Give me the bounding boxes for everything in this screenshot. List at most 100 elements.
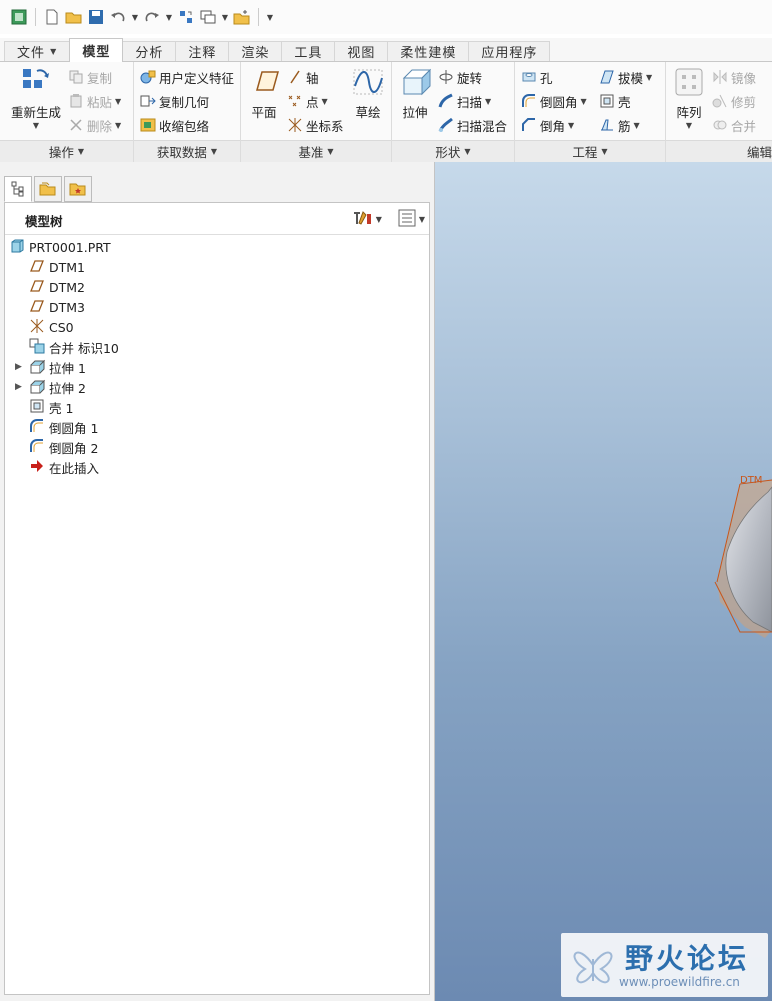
copy-geometry-button[interactable]: 复制几何	[140, 90, 209, 112]
open-folder-icon[interactable]	[65, 8, 83, 26]
tree-item-dtm2[interactable]: DTM2	[29, 277, 85, 297]
plane-button[interactable]: 平面	[247, 66, 281, 121]
delete-icon	[68, 117, 84, 133]
revolve-button[interactable]: 旋转	[438, 66, 482, 88]
copy-button[interactable]: 复制	[68, 66, 112, 88]
expand-extrude-1-icon[interactable]: ▶	[15, 357, 25, 377]
draft-dropdown-icon[interactable]: ▼	[646, 73, 652, 82]
delete-dropdown-icon[interactable]: ▼	[115, 121, 121, 130]
tab-favorites[interactable]	[64, 176, 92, 202]
tab-render[interactable]: 渲染	[228, 41, 283, 61]
redo-dropdown-icon[interactable]: ▼	[165, 13, 173, 22]
udf-button[interactable]: 用户定义特征	[140, 66, 234, 88]
extrude-icon	[29, 358, 46, 377]
redo-icon[interactable]	[143, 8, 161, 26]
tree-item-round-2[interactable]: 倒圆角 2	[29, 437, 98, 457]
sketch-button[interactable]: 草绘	[351, 66, 385, 121]
tab-model-tree[interactable]	[4, 176, 32, 202]
round-icon	[29, 438, 45, 457]
chamfer-button[interactable]: 倒角 ▼	[521, 114, 574, 136]
app-icon[interactable]	[10, 8, 28, 26]
ribbon-tabs: 文件 ▼ 模型 分析 注释 渲染 工具 视图 柔性建模 应用程序	[0, 38, 772, 62]
show-dropdown-icon[interactable]: ▼	[419, 215, 425, 224]
tab-analysis[interactable]: 分析	[122, 41, 177, 61]
tree-item-insert-here[interactable]: 在此插入	[29, 457, 99, 477]
tree-item-round-1[interactable]: 倒圆角 1	[29, 417, 98, 437]
udf-icon	[140, 69, 156, 85]
tree-item-dtm1[interactable]: DTM1	[29, 257, 85, 277]
graphics-window[interactable]: DTM	[435, 162, 772, 1001]
tree-item-extrude-2[interactable]: 拉伸 2	[29, 377, 86, 397]
tab-view[interactable]: 视图	[334, 41, 389, 61]
new-file-icon[interactable]	[43, 8, 61, 26]
point-dropdown-icon[interactable]: ▼	[322, 97, 328, 106]
get-data-footer[interactable]: 获取数据 ▼	[134, 140, 240, 162]
csys-icon	[29, 318, 45, 337]
save-icon[interactable]	[87, 8, 105, 26]
datum-footer[interactable]: 基准 ▼	[241, 140, 391, 162]
swept-blend-button[interactable]: 扫描混合	[438, 114, 507, 136]
pattern-button[interactable]: 阵列 ▼	[672, 66, 706, 130]
paste-button[interactable]: 粘贴 ▼	[68, 90, 121, 112]
engineering-footer[interactable]: 工程 ▼	[515, 140, 665, 162]
tab-tools[interactable]: 工具	[281, 41, 336, 61]
regenerate-small-icon[interactable]	[177, 8, 195, 26]
show-tree-columns-icon[interactable]	[398, 209, 416, 230]
rib-button[interactable]: 筋 ▼	[599, 114, 640, 136]
tab-applications[interactable]: 应用程序	[468, 41, 551, 61]
trim-button[interactable]: 修剪	[712, 90, 756, 112]
windows-icon[interactable]	[199, 8, 217, 26]
undo-dropdown-icon[interactable]: ▼	[131, 13, 139, 22]
expand-extrude-2-icon[interactable]: ▶	[15, 377, 25, 397]
merge-icon	[712, 117, 728, 133]
shrinkwrap-button[interactable]: 收缩包络	[140, 114, 209, 136]
rib-dropdown-icon[interactable]: ▼	[634, 121, 640, 130]
tab-model[interactable]: 模型	[69, 38, 124, 62]
delete-button[interactable]: 删除 ▼	[68, 114, 121, 136]
close-window-icon[interactable]	[233, 8, 251, 26]
sweep-icon	[438, 93, 454, 109]
navigator-tabs	[4, 176, 92, 202]
regenerate-button[interactable]: 重新生成 ▼	[8, 66, 64, 130]
round-dropdown-icon[interactable]: ▼	[581, 97, 587, 106]
axis-button[interactable]: 轴	[287, 66, 319, 88]
shell-icon	[599, 93, 615, 109]
shapes-footer[interactable]: 形状 ▼	[392, 140, 514, 162]
editing-footer[interactable]: 编辑	[666, 140, 772, 162]
merge-button[interactable]: 合并	[712, 114, 756, 136]
tree-item-cs0[interactable]: CS0	[29, 317, 74, 337]
tree-item-dtm3[interactable]: DTM3	[29, 297, 85, 317]
draft-button[interactable]: 拔模 ▼	[599, 66, 652, 88]
tree-item-shell-1[interactable]: 壳 1	[29, 397, 73, 417]
customize-toolbar-icon[interactable]: ▼	[266, 13, 274, 22]
round-button[interactable]: 倒圆角 ▼	[521, 90, 587, 112]
point-icon	[287, 93, 303, 109]
windows-dropdown-icon[interactable]: ▼	[221, 13, 229, 22]
chamfer-dropdown-icon[interactable]: ▼	[568, 121, 574, 130]
operations-footer[interactable]: 操作 ▼	[0, 140, 133, 162]
undo-icon[interactable]	[109, 8, 127, 26]
hole-button[interactable]: 孔	[521, 66, 553, 88]
tree-item-extrude-1[interactable]: 拉伸 1	[29, 357, 86, 377]
point-button[interactable]: 点 ▼	[287, 90, 328, 112]
tab-file[interactable]: 文件 ▼	[4, 41, 71, 61]
shell-button[interactable]: 壳	[599, 90, 631, 112]
tree-item-part[interactable]: PRT0001.PRT	[9, 237, 111, 257]
sweep-dropdown-icon[interactable]: ▼	[485, 97, 491, 106]
csys-button[interactable]: 坐标系	[287, 114, 344, 136]
tree-settings-icon[interactable]	[351, 209, 373, 230]
rib-icon	[599, 117, 615, 133]
regenerate-dropdown-icon[interactable]: ▼	[33, 121, 39, 130]
sweep-button[interactable]: 扫描 ▼	[438, 90, 491, 112]
extrude-button[interactable]: 拉伸	[398, 66, 432, 121]
tab-annotate[interactable]: 注释	[175, 41, 230, 61]
tree-settings-dropdown-icon[interactable]: ▼	[376, 215, 382, 224]
pattern-dropdown-icon[interactable]: ▼	[686, 121, 692, 130]
tree-item-merge[interactable]: 合并 标识10	[29, 337, 119, 357]
tab-flexible-modeling[interactable]: 柔性建模	[387, 41, 470, 61]
model-tree-panel: 模型树 ▼ ▼ PRT0001.PRT DTM1 DTM2 DTM3 CS0 合…	[4, 202, 430, 995]
paste-dropdown-icon[interactable]: ▼	[115, 97, 121, 106]
mirror-button[interactable]: 镜像	[712, 66, 756, 88]
tab-folder-browser[interactable]	[34, 176, 62, 202]
trim-icon	[712, 93, 728, 109]
